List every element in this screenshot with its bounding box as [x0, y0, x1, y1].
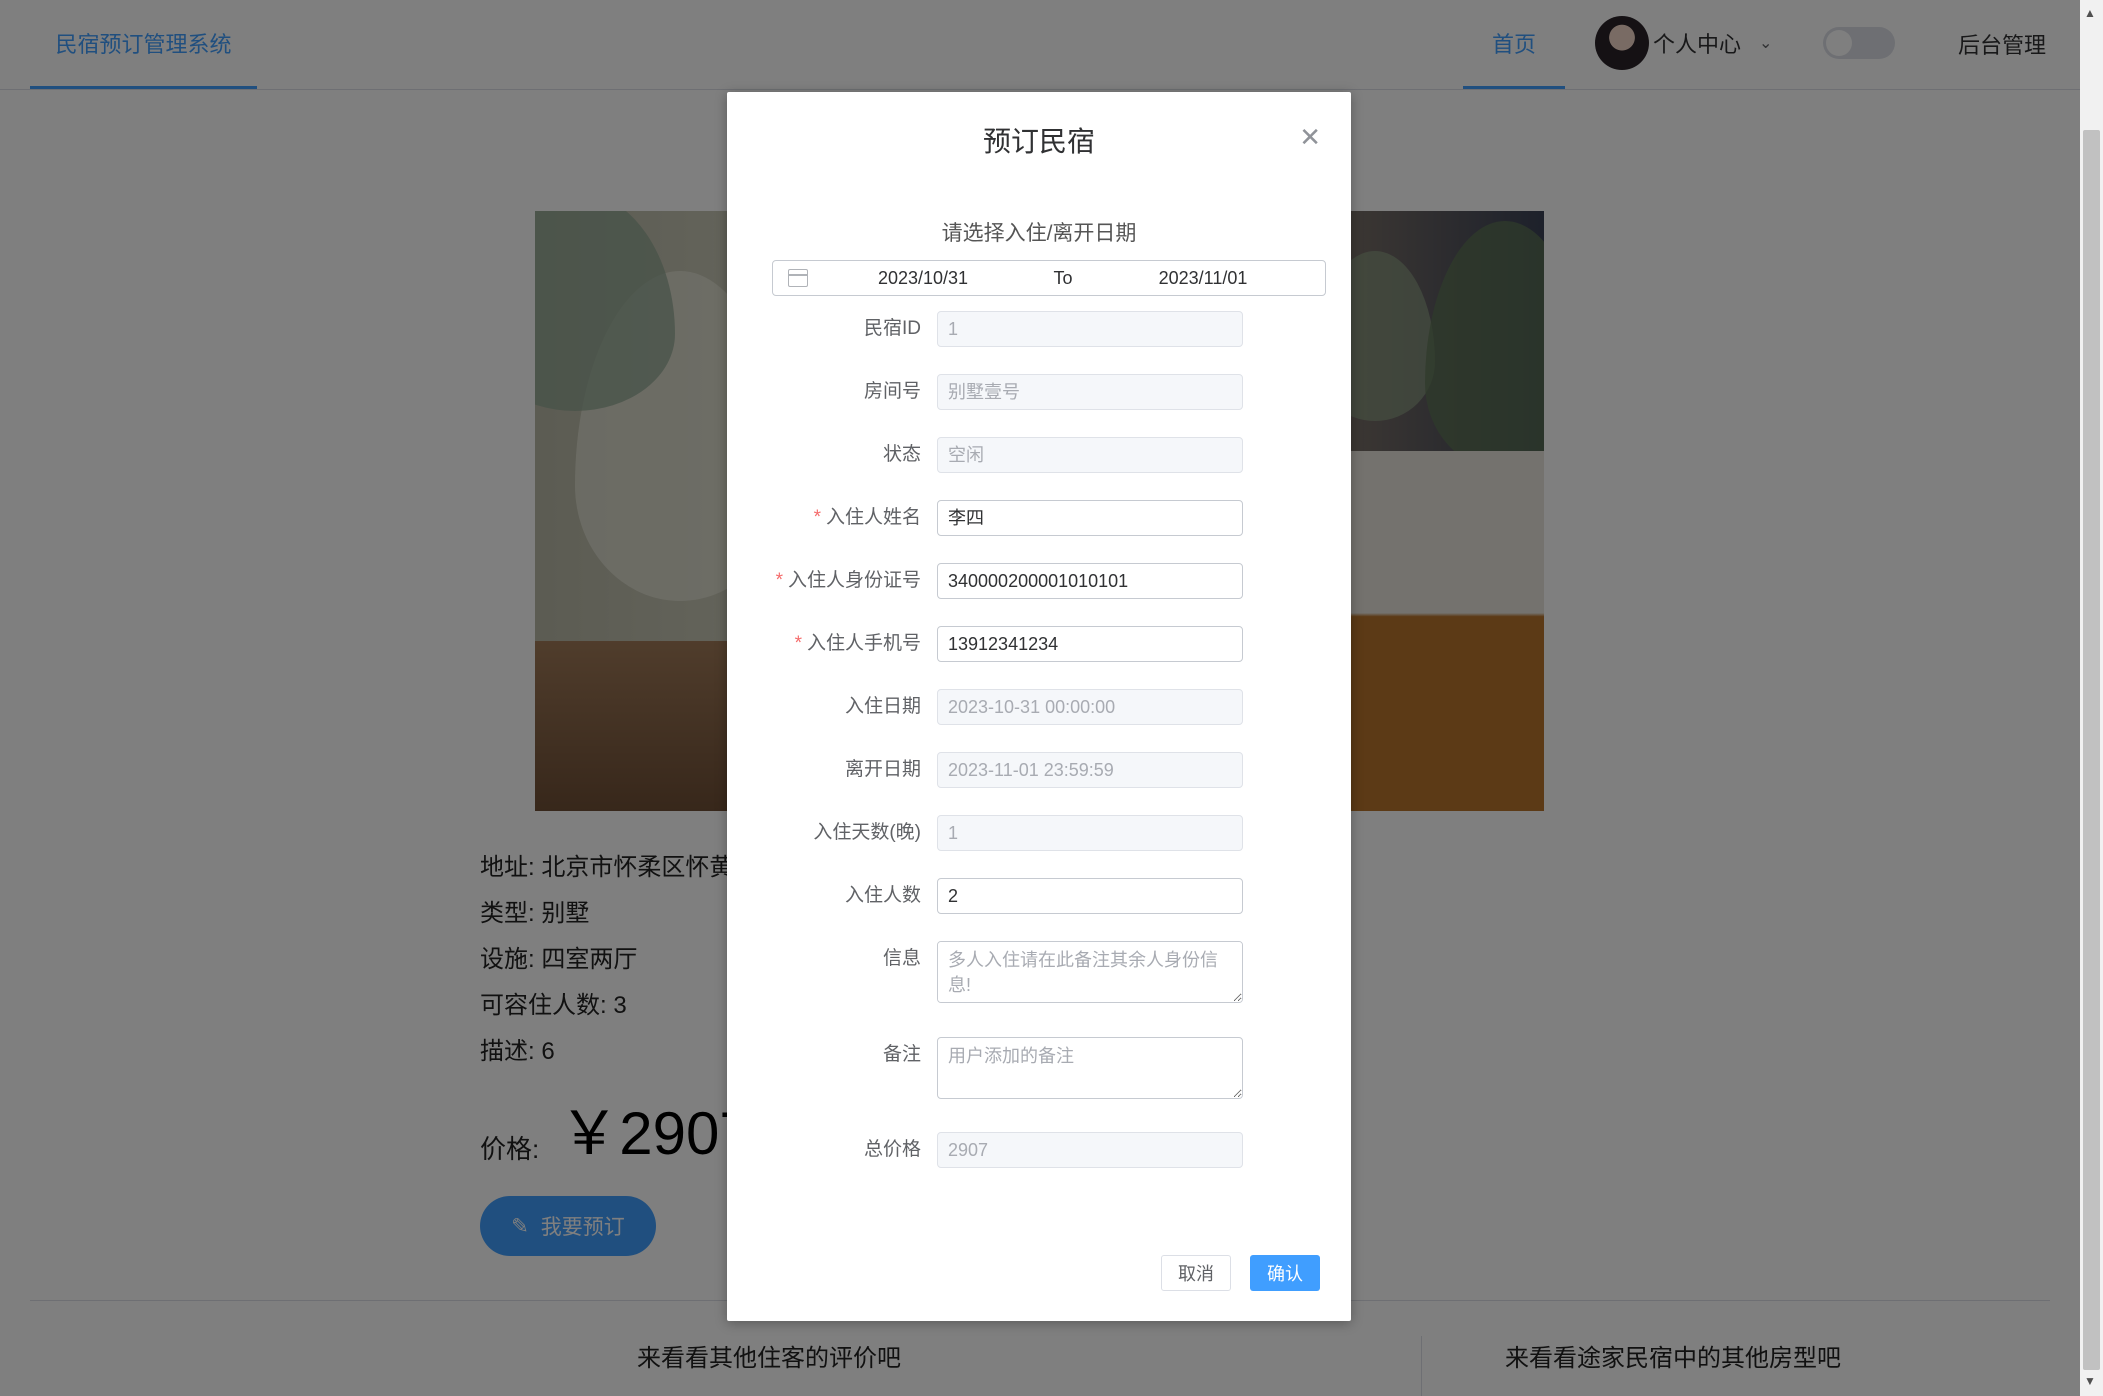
room-no-field: [937, 374, 1243, 410]
status-field: [937, 437, 1243, 473]
homestay-id-label: 民宿ID: [863, 318, 921, 339]
guest-id-card-field[interactable]: [937, 563, 1243, 599]
confirm-button[interactable]: 确认: [1250, 1255, 1320, 1291]
remark-label: 备注: [882, 1044, 921, 1065]
guest-phone-label-text: 入住人手机号: [806, 633, 921, 654]
form-row-checkin-date: 入住日期: [727, 689, 1351, 725]
guest-name-field[interactable]: [937, 500, 1243, 536]
booking-dialog: 预订民宿 ✕ 请选择入住/离开日期 2023/10/31 To 2023/11/…: [727, 92, 1351, 1321]
nights-field: [937, 815, 1243, 851]
guest-id-card-label-text: 入住人身份证号: [787, 570, 921, 591]
form-row-checkout-date: 离开日期: [727, 752, 1351, 788]
remark-textarea[interactable]: [937, 1037, 1243, 1099]
date-range-separator: To: [1053, 267, 1073, 288]
form-row-guest-phone: * 入住人手机号: [727, 626, 1351, 662]
nights-label: 入住天数(晚): [813, 822, 921, 843]
form-row-status: 状态: [727, 437, 1351, 473]
checkin-date-field: [937, 689, 1243, 725]
dialog-title: 预订民宿: [982, 126, 1095, 157]
guest-id-card-label: * 入住人身份证号: [776, 563, 921, 599]
required-mark: *: [775, 570, 783, 591]
total-price-label: 总价格: [863, 1139, 921, 1160]
form-row-remark: 备注: [727, 1037, 1351, 1099]
required-mark: *: [794, 633, 802, 654]
date-range-caption: 请选择入住/离开日期: [941, 222, 1137, 245]
form-row-homestay-id: 民宿ID: [727, 311, 1351, 347]
form-row-guest-name: * 入住人姓名: [727, 500, 1351, 536]
calendar-icon: [788, 269, 808, 287]
date-range-end[interactable]: 2023/11/01: [1088, 268, 1318, 289]
cancel-button[interactable]: 取消: [1161, 1255, 1231, 1291]
form-row-guest-count: 入住人数: [727, 878, 1351, 914]
form-row-nights: 入住天数(晚): [727, 815, 1351, 851]
scroll-down-arrow-icon[interactable]: ▼: [2084, 1374, 2096, 1388]
date-range-start[interactable]: 2023/10/31: [808, 268, 1038, 289]
room-no-label: 房间号: [863, 381, 921, 402]
info-textarea[interactable]: [937, 941, 1243, 1003]
checkout-date-field: [937, 752, 1243, 788]
date-range-picker[interactable]: 2023/10/31 To 2023/11/01: [772, 260, 1326, 296]
info-label: 信息: [882, 948, 921, 969]
scroll-up-arrow-icon[interactable]: ▲: [2084, 6, 2096, 20]
guest-name-label: * 入住人姓名: [814, 500, 921, 536]
guest-count-label: 入住人数: [844, 885, 921, 906]
form-row-info: 信息: [727, 941, 1351, 1003]
form-row-room-no: 房间号: [727, 374, 1351, 410]
guest-name-label-text: 入住人姓名: [825, 507, 921, 528]
guest-phone-label: * 入住人手机号: [795, 626, 921, 662]
status-label: 状态: [882, 444, 921, 465]
form-row-total-price: 总价格: [727, 1132, 1351, 1168]
required-mark: *: [813, 507, 821, 528]
checkin-date-label: 入住日期: [844, 696, 921, 717]
checkout-date-label: 离开日期: [844, 759, 921, 780]
form-row-guest-id-card: * 入住人身份证号: [727, 563, 1351, 599]
total-price-field: [937, 1132, 1243, 1168]
scrollbar-thumb[interactable]: [2083, 130, 2100, 1370]
guest-phone-field[interactable]: [937, 626, 1243, 662]
homestay-id-field: [937, 311, 1243, 347]
close-icon[interactable]: ✕: [1299, 122, 1321, 153]
guest-count-field[interactable]: [937, 878, 1243, 914]
